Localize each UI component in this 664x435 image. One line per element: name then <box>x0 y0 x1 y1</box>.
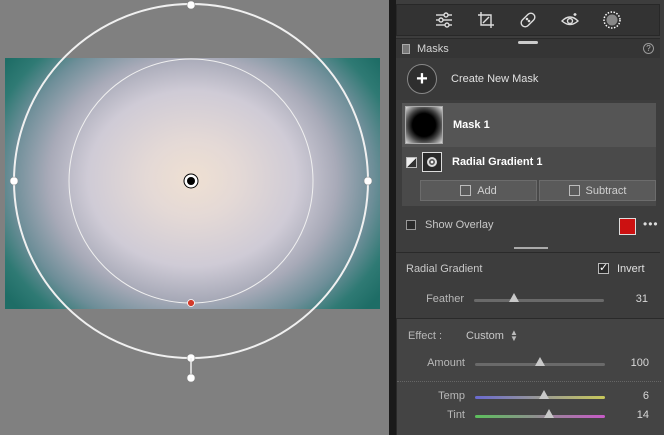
feather-label: Feather <box>426 293 464 305</box>
amount-label: Amount <box>427 357 465 369</box>
masks-panel: Masks ? + Create New Mask Mask 1 Radial … <box>396 0 664 435</box>
right-handle[interactable] <box>363 176 373 186</box>
mask-name[interactable]: Mask 1 <box>453 119 490 131</box>
help-icon[interactable]: ? <box>643 43 654 54</box>
add-button-label: Add <box>477 184 497 197</box>
mask-item[interactable]: Mask 1 <box>402 103 656 147</box>
plus-icon[interactable]: + <box>407 64 437 94</box>
crop-icon[interactable] <box>475 9 497 31</box>
show-overlay-checkbox[interactable] <box>406 220 416 230</box>
tint-thumb[interactable] <box>544 409 555 418</box>
amount-slider-row: Amount 100 <box>397 355 661 373</box>
subtract-button[interactable]: Subtract <box>539 180 656 201</box>
effect-row: Effect : Custom ▲ ▼ <box>397 326 661 346</box>
subtract-button-label: Subtract <box>585 184 627 197</box>
show-overlay-label[interactable]: Show Overlay <box>425 219 493 231</box>
updown-arrows-icon[interactable]: ▲ ▼ <box>510 329 518 343</box>
center-pin-dot <box>187 177 195 185</box>
radial-gradient-overlay[interactable] <box>0 0 389 435</box>
feather-thumb[interactable] <box>509 293 520 302</box>
temp-label: Temp <box>438 390 465 402</box>
more-options-icon[interactable]: ••• <box>643 217 659 231</box>
feather-handle[interactable] <box>187 299 195 307</box>
temp-value[interactable]: 6 <box>643 390 649 402</box>
amount-thumb[interactable] <box>535 357 545 366</box>
tint-slider-row: Tint 14 <box>397 407 661 425</box>
feather-value[interactable]: 31 <box>636 293 648 305</box>
add-mask-icon <box>460 185 472 196</box>
component-name[interactable]: Radial Gradient 1 <box>452 156 542 168</box>
mask-action-buttons: Add Subtract <box>420 180 656 201</box>
drag-handle-top[interactable] <box>518 41 538 44</box>
drag-handle-middle[interactable] <box>514 247 548 249</box>
left-handle[interactable] <box>9 176 19 186</box>
top-handle[interactable] <box>186 0 196 10</box>
overlay-color-swatch[interactable] <box>619 218 636 235</box>
feather-track[interactable] <box>474 299 604 302</box>
invert-label[interactable]: Invert <box>617 263 645 275</box>
mask-thumbnail[interactable] <box>405 106 443 144</box>
dotted-divider <box>397 381 661 382</box>
feather-slider-row: Feather 31 <box>396 291 660 309</box>
radial-gradient-icon[interactable] <box>422 152 442 172</box>
effect-label: Effect : <box>408 330 443 342</box>
add-button[interactable]: Add <box>420 180 537 201</box>
create-new-mask-label[interactable]: Create New Mask <box>451 73 538 85</box>
mask-component-item[interactable]: Radial Gradient 1 <box>402 149 656 175</box>
healing-bandage-icon[interactable] <box>517 9 539 31</box>
radial-gradient-title: Radial Gradient <box>406 263 483 275</box>
tint-value[interactable]: 14 <box>637 409 649 421</box>
component-mode-icon[interactable] <box>406 156 417 168</box>
section-divider <box>396 252 660 253</box>
create-new-mask-row[interactable]: + Create New Mask <box>396 58 660 100</box>
red-eye-icon[interactable] <box>559 9 581 31</box>
temp-slider-row: Temp 6 <box>397 388 661 406</box>
image-canvas[interactable] <box>0 0 389 435</box>
subtract-mask-icon <box>568 185 580 196</box>
tool-strip <box>396 4 660 36</box>
panel-divider[interactable] <box>389 0 396 435</box>
masks-title: Masks <box>417 42 449 55</box>
effect-section: Effect : Custom ▲ ▼ Amount 100 Temp 6 Tin… <box>396 318 664 435</box>
tint-track[interactable] <box>475 415 605 418</box>
show-overlay-row: Show Overlay ••• <box>396 212 660 238</box>
rotate-handle[interactable] <box>186 373 196 383</box>
effect-preset-select[interactable]: Custom <box>466 330 504 342</box>
temp-thumb[interactable] <box>538 390 549 399</box>
mask-list: Mask 1 Radial Gradient 1 Add Subtract <box>402 103 656 206</box>
radial-gradient-header: Radial Gradient ✓ Invert <box>396 258 660 280</box>
masking-icon[interactable] <box>601 9 623 31</box>
invert-checkbox[interactable]: ✓ <box>598 263 609 274</box>
amount-value[interactable]: 100 <box>631 357 649 369</box>
edit-sliders-icon[interactable] <box>433 9 455 31</box>
tint-label: Tint <box>447 409 465 421</box>
collapse-square-icon[interactable] <box>402 43 410 54</box>
